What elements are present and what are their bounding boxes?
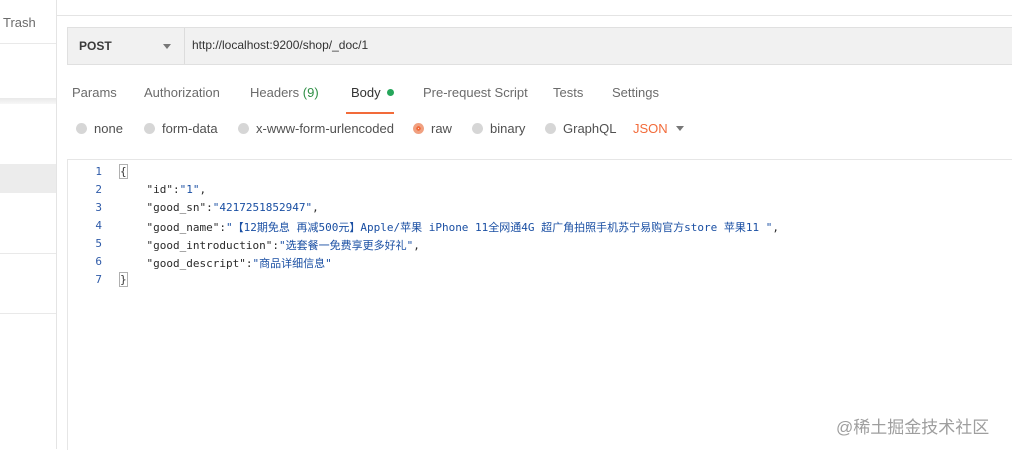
line-number: 3 [95, 201, 102, 214]
code-line: "good_sn":"4217251852947", [146, 201, 319, 214]
watermark: @稀土掘金技术社区 [836, 418, 990, 437]
radio-label: form-data [162, 121, 218, 136]
radio-label: GraphQL [563, 121, 617, 136]
body-status-dot [386, 89, 394, 96]
json-key: "good_sn" [146, 201, 207, 214]
code-line: "good_descript":"商品详细信息" [146, 257, 332, 270]
tab-pre-request-script[interactable]: Pre-request Script [423, 85, 528, 100]
divider [0, 253, 56, 254]
json-value: "选套餐一免费享更多好礼" [278, 239, 414, 252]
tab-label: Body [351, 85, 381, 100]
request-tab-strip [57, 0, 1012, 16]
radio-label: binary [490, 121, 526, 136]
radio-raw[interactable]: raw [413, 121, 452, 136]
json-value: "商品详细信息" [252, 257, 332, 270]
code-line: "good_name":"【12期免息 再减500元】Apple/苹果 iPho… [146, 221, 780, 234]
close-brace: } [119, 272, 128, 287]
tab-label: Params [72, 85, 117, 100]
tab-title-fragment [87, 0, 167, 2]
line-number: 2 [95, 183, 102, 196]
json-value: "【12期免息 再减500元】Apple/苹果 iPhone 11全网通4G 超… [225, 221, 773, 234]
sidebar-item-trash[interactable]: Trash [3, 15, 36, 30]
tab-settings[interactable]: Settings [612, 85, 659, 100]
chevron-down-icon [163, 44, 171, 49]
code-editor[interactable]: 1 2 3 4 5 6 7 { "id":"1", "good_sn":"421… [67, 159, 1012, 450]
tab-label: Headers [250, 85, 300, 100]
radio-x-www-form-urlencoded[interactable]: x-www-form-urlencoded [238, 121, 394, 136]
method-select[interactable]: POST [68, 28, 185, 64]
radio-binary[interactable]: binary [472, 121, 525, 136]
active-tab-underline [346, 112, 394, 114]
sidebar-item-selected[interactable] [0, 164, 56, 193]
tab-authorization[interactable]: Authorization [144, 85, 220, 100]
radio-icon [238, 123, 249, 134]
line-number-gutter: 1 2 3 4 5 6 7 [68, 160, 112, 450]
headers-count: (9) [302, 85, 319, 100]
method-label: POST [79, 39, 112, 53]
radio-label: x-www-form-urlencoded [256, 121, 394, 136]
tab-label: Authorization [144, 85, 220, 100]
json-comma: , [199, 183, 207, 196]
json-comma: , [312, 201, 319, 214]
radio-icon [472, 123, 483, 134]
line-number: 5 [95, 237, 102, 250]
tab-label: Pre-request Script [423, 85, 528, 100]
code-line: "id":"1", [146, 183, 207, 196]
radio-graphql[interactable]: GraphQL [545, 121, 616, 136]
url-input[interactable] [192, 38, 992, 52]
request-bar: POST [67, 27, 1012, 65]
json-key: "good_introduction" [146, 239, 273, 252]
radio-form-data[interactable]: form-data [144, 121, 218, 136]
json-value: "1" [179, 183, 200, 196]
chevron-down-icon[interactable] [676, 126, 684, 131]
line-number: 7 [95, 273, 102, 286]
divider [0, 98, 56, 104]
tab-label: Tests [553, 85, 584, 100]
tab-label: Settings [612, 85, 659, 100]
sidebar: Trash [0, 0, 57, 449]
format-select[interactable]: JSON [633, 121, 668, 136]
radio-none[interactable]: none [76, 121, 123, 136]
json-key: "id" [146, 183, 174, 196]
line-number: 4 [95, 219, 102, 232]
json-comma: , [413, 239, 420, 252]
json-key: "good_descript" [146, 257, 246, 270]
tab-params[interactable]: Params [72, 85, 117, 100]
radio-label: raw [431, 121, 452, 136]
code-line: "good_introduction":"选套餐一免费享更多好礼", [146, 239, 420, 252]
json-key: "good_name" [146, 221, 220, 234]
code-line: } [119, 272, 128, 287]
radio-icon [76, 123, 87, 134]
tab-tests[interactable]: Tests [553, 85, 583, 100]
code-line: { [119, 164, 128, 179]
tab-headers[interactable]: Headers (9) [250, 85, 319, 100]
divider [0, 43, 56, 44]
divider [0, 313, 56, 314]
line-number: 6 [95, 255, 102, 268]
open-brace: { [119, 164, 128, 179]
radio-label: none [94, 121, 123, 136]
radio-icon [144, 123, 155, 134]
radio-icon [545, 123, 556, 134]
radio-selected-icon [413, 123, 424, 134]
line-number: 1 [95, 165, 102, 178]
json-value: "4217251852947" [212, 201, 313, 214]
tab-body[interactable]: Body [351, 85, 394, 100]
json-comma: , [772, 221, 780, 234]
